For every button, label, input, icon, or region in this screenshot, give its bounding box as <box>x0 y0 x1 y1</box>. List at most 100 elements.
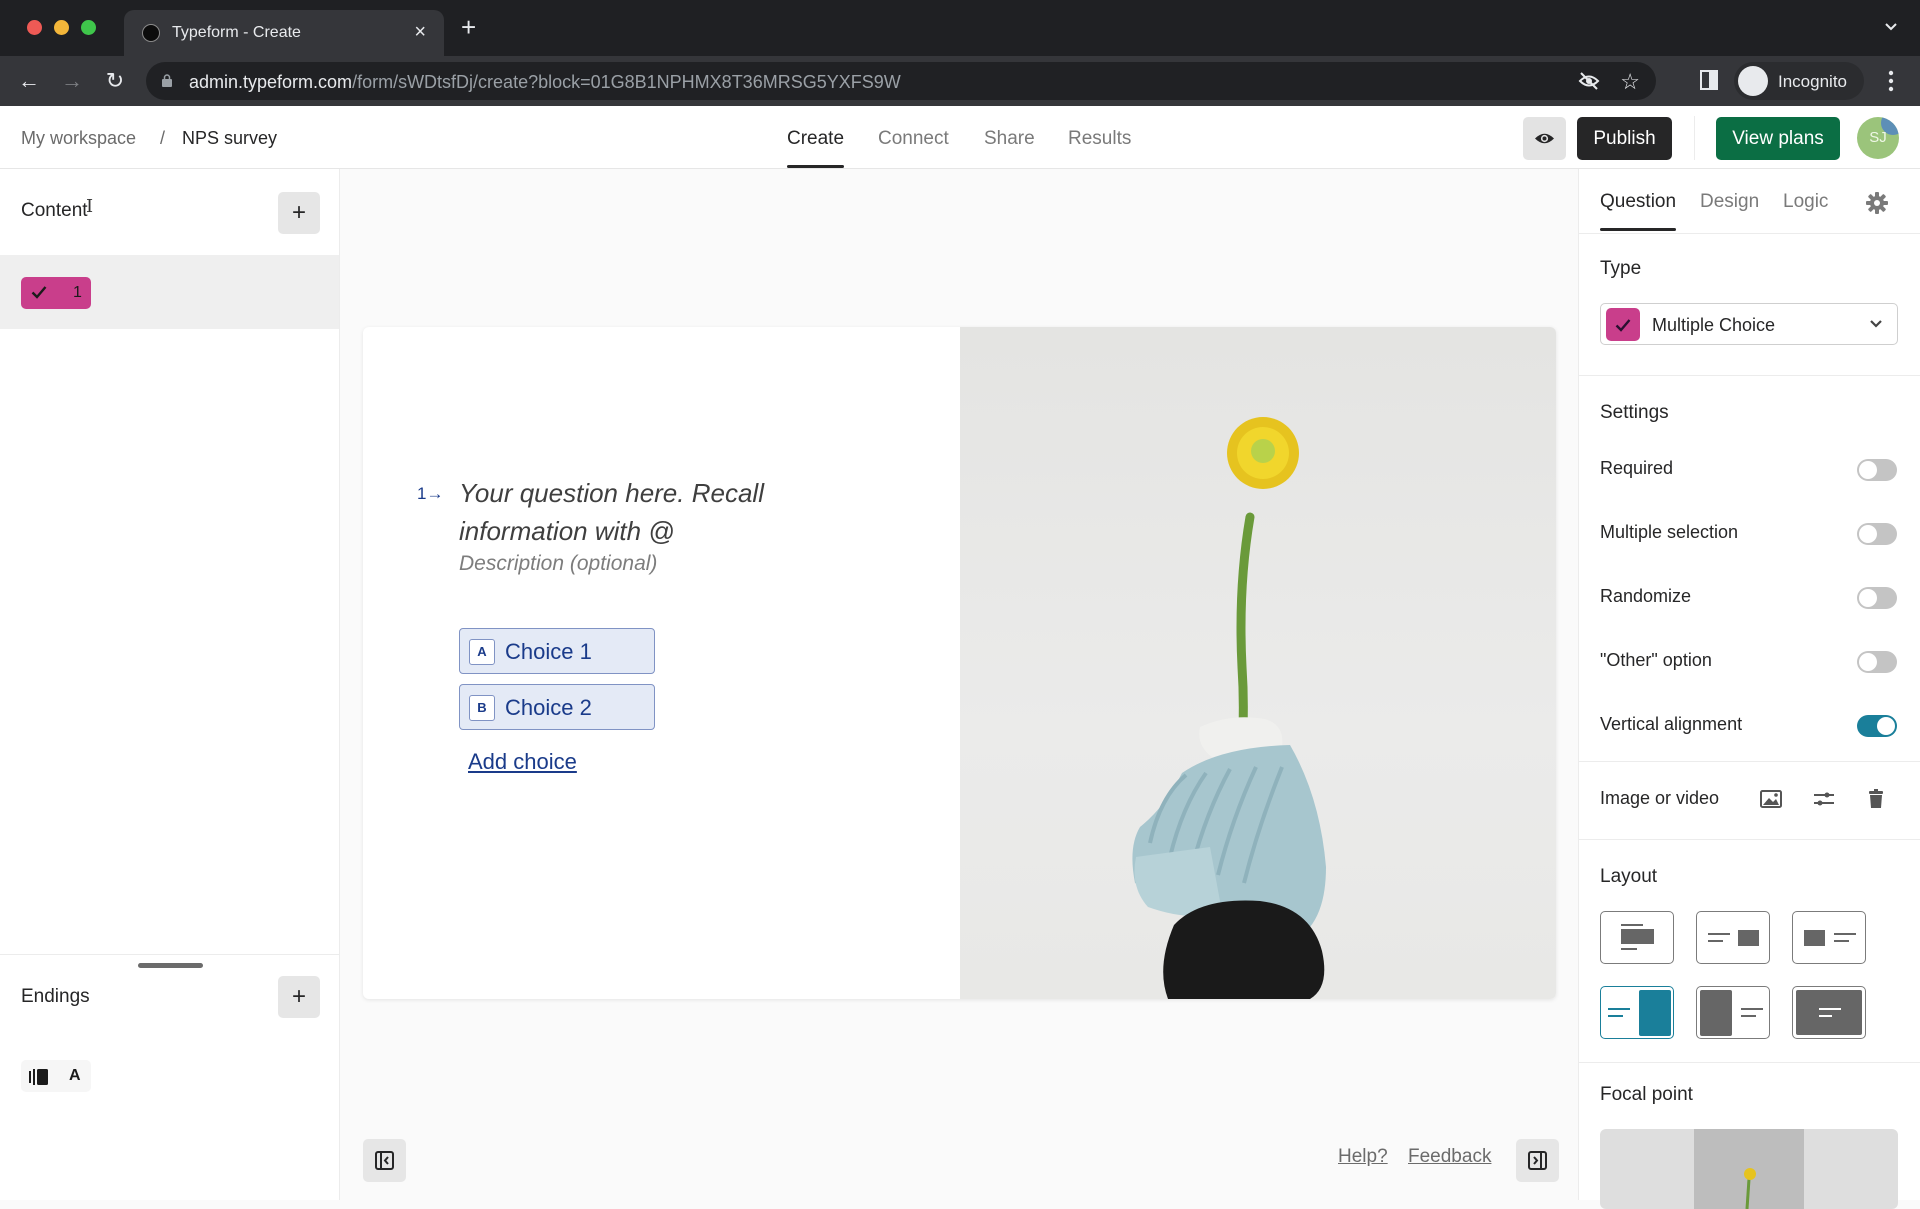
collapse-left-panel-button[interactable] <box>363 1139 406 1182</box>
bookmark-star-icon[interactable]: ☆ <box>1620 69 1640 95</box>
view-plans-button[interactable]: View plans <box>1716 117 1840 160</box>
tab-create[interactable]: Create <box>787 128 845 168</box>
focal-point-picker[interactable] <box>1600 1129 1898 1209</box>
question-image[interactable] <box>960 327 1556 999</box>
choice-option[interactable]: A Choice 1 <box>459 628 655 674</box>
close-window-button[interactable] <box>27 20 42 35</box>
question-card: 1→ Your question here. Recall informatio… <box>363 327 1556 999</box>
eye-icon <box>1535 133 1554 144</box>
browser-menu-icon[interactable] <box>1888 70 1894 92</box>
maximize-window-button[interactable] <box>81 20 96 35</box>
breadcrumb-form-name[interactable]: NPS survey <box>182 128 277 149</box>
feedback-link[interactable]: Feedback <box>1408 1146 1491 1168</box>
choice-label[interactable]: Choice 1 <box>505 639 592 665</box>
side-panel-icon[interactable] <box>1700 70 1718 90</box>
tab-title: Typeform - Create <box>172 24 301 41</box>
eye-off-icon[interactable] <box>1578 71 1600 91</box>
resize-handle[interactable] <box>138 963 203 968</box>
setting-randomize-label: Randomize <box>1600 586 1692 606</box>
browser-tab[interactable]: Typeform - Create × <box>124 10 444 56</box>
collapse-right-panel-button[interactable] <box>1516 1139 1559 1182</box>
forward-arrow-icon[interactable]: → <box>59 68 85 94</box>
setting-other-option-label: "Other" option <box>1600 650 1712 670</box>
reload-icon[interactable]: ↻ <box>102 68 128 94</box>
required-toggle[interactable] <box>1857 459 1897 481</box>
gear-icon[interactable] <box>1865 191 1889 215</box>
app-header: My workspace / NPS survey Create Connect… <box>0 106 1920 169</box>
endings-heading: Endings <box>21 986 90 1007</box>
preview-button[interactable] <box>1523 117 1566 160</box>
panel-collapse-left-icon <box>375 1151 394 1170</box>
section-divider <box>1579 1062 1920 1063</box>
layout-option-split-right-full[interactable] <box>1600 986 1674 1039</box>
randomize-toggle[interactable] <box>1857 587 1897 609</box>
question-description-input[interactable]: Description (optional) <box>459 552 657 576</box>
content-heading: Content <box>21 200 88 221</box>
tab-question[interactable]: Question <box>1600 191 1677 231</box>
focal-point-heading: Focal point <box>1600 1084 1693 1105</box>
adjust-sliders-icon[interactable] <box>1812 787 1836 811</box>
setting-vertical-alignment-label: Vertical alignment <box>1600 714 1743 734</box>
add-ending-button[interactable]: + <box>278 976 320 1018</box>
layout-heading: Layout <box>1600 866 1658 887</box>
header-divider <box>1694 116 1695 160</box>
ending-list-item[interactable]: A <box>21 1060 91 1092</box>
tab-connect[interactable]: Connect <box>878 128 949 150</box>
tab-results[interactable]: Results <box>1068 128 1131 150</box>
ending-icon <box>29 1069 48 1085</box>
minimize-window-button[interactable] <box>54 20 69 35</box>
browser-toolbar: ← → ↻ admin.typeform.com/form/sWDtsfDj/c… <box>0 56 1920 106</box>
vertical-alignment-toggle[interactable] <box>1857 715 1897 737</box>
incognito-profile-button[interactable]: Incognito <box>1734 62 1864 100</box>
layout-option-split-right-small[interactable] <box>1696 911 1770 964</box>
add-choice-link[interactable]: Add choice <box>468 749 577 775</box>
focal-point-preview-image <box>1694 1129 1804 1209</box>
tab-design[interactable]: Design <box>1700 191 1759 213</box>
breadcrumb-workspace[interactable]: My workspace <box>21 128 136 149</box>
layout-stack-icon <box>1621 924 1654 950</box>
question-list-item[interactable]: 1 <box>0 255 339 329</box>
choice-option[interactable]: B Choice 2 <box>459 684 655 730</box>
multiple-selection-toggle[interactable] <box>1857 523 1897 545</box>
lock-icon <box>162 74 172 87</box>
layout-background-image-icon <box>1796 990 1862 1035</box>
other-option-toggle[interactable] <box>1857 651 1897 673</box>
layout-option-stack[interactable] <box>1600 911 1674 964</box>
incognito-label: Incognito <box>1778 72 1847 91</box>
help-link[interactable]: Help? <box>1338 1146 1388 1168</box>
form-canvas: 1→ Your question here. Recall informatio… <box>340 169 1578 1200</box>
back-arrow-icon[interactable]: ← <box>16 68 42 94</box>
avatar-initials: SJ <box>1869 129 1887 146</box>
layout-text-left-fullimage-right-icon <box>1608 990 1671 1036</box>
question-type-dropdown[interactable]: Multiple Choice <box>1600 303 1898 345</box>
user-avatar[interactable]: SJ <box>1857 117 1899 159</box>
section-divider <box>1579 761 1920 762</box>
question-title-input[interactable]: Your question here. Recall information w… <box>459 474 859 550</box>
choice-key: B <box>469 695 495 721</box>
add-content-button[interactable]: + <box>278 192 320 234</box>
incognito-icon <box>1738 66 1768 96</box>
layout-option-background[interactable] <box>1792 986 1866 1039</box>
question-settings-panel: Question Design Logic Type Multiple Choi… <box>1578 169 1920 1209</box>
address-bar[interactable]: admin.typeform.com/form/sWDtsfDj/create?… <box>146 62 1656 100</box>
tab-share[interactable]: Share <box>984 128 1035 150</box>
browser-titlebar: Typeform - Create × + <box>0 0 1920 56</box>
tab-logic[interactable]: Logic <box>1783 191 1828 213</box>
breadcrumb-separator: / <box>160 128 166 148</box>
new-tab-button[interactable]: + <box>461 14 476 40</box>
tab-close-icon[interactable]: × <box>414 21 426 44</box>
question-type-value: Multiple Choice <box>1652 315 1776 335</box>
section-divider <box>1579 839 1920 840</box>
layout-option-split-left-full[interactable] <box>1696 986 1770 1039</box>
choice-key: A <box>469 639 495 665</box>
ending-letter: A <box>69 1067 81 1084</box>
choice-label[interactable]: Choice 2 <box>505 695 592 721</box>
panel-collapse-right-icon <box>1528 1151 1547 1170</box>
trash-icon[interactable] <box>1864 787 1888 811</box>
typeform-favicon-icon <box>142 24 160 42</box>
image-icon[interactable] <box>1759 787 1783 811</box>
publish-button[interactable]: Publish <box>1577 117 1672 160</box>
layout-image-left-text-right-icon <box>1804 930 1856 946</box>
tab-search-chevron-icon[interactable] <box>1884 20 1898 34</box>
layout-option-split-left-small[interactable] <box>1792 911 1866 964</box>
